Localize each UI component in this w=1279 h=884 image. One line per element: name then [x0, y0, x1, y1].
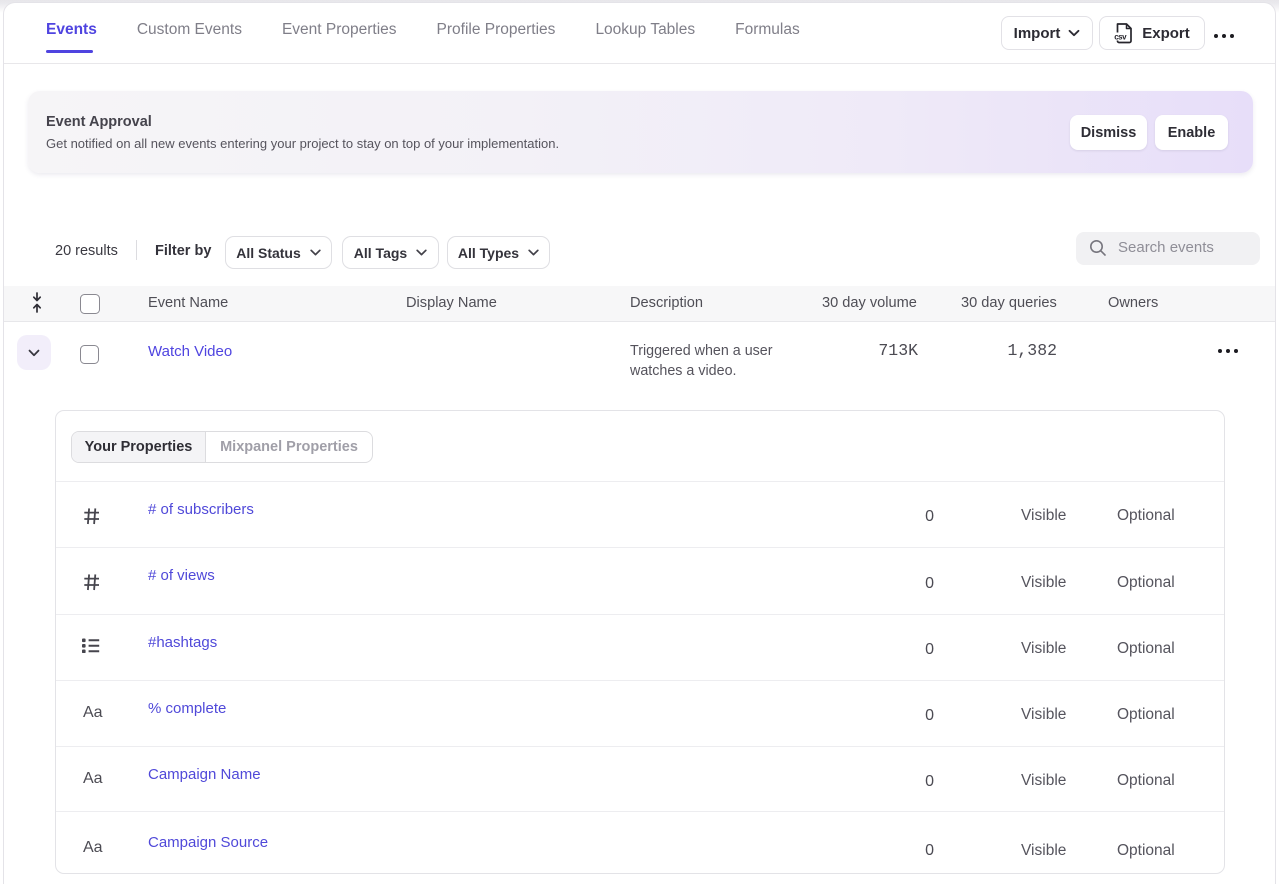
svg-text:csv: csv: [1114, 33, 1127, 42]
